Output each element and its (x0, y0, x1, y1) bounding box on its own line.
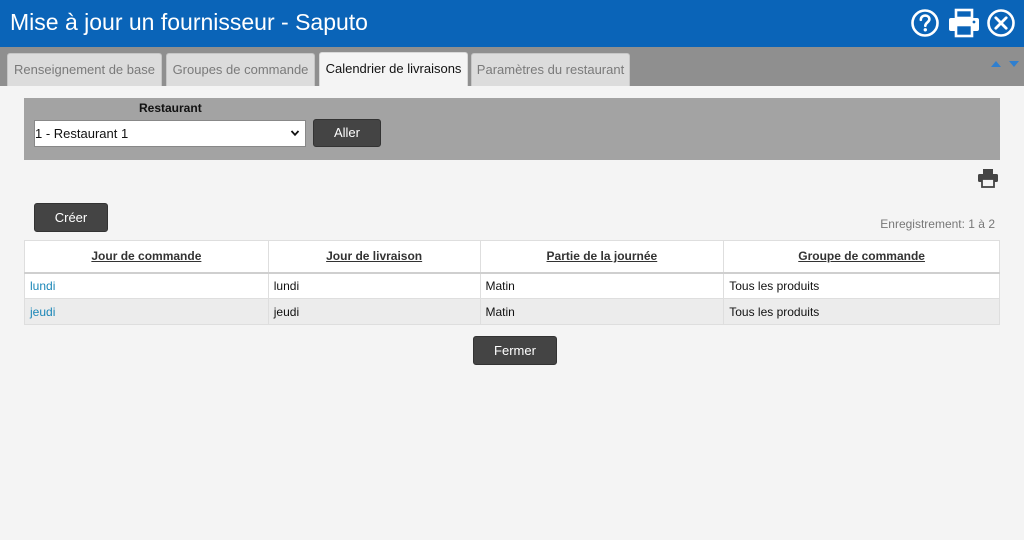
delivery-day-cell: jeudi (267, 298, 481, 325)
restaurant-filter-panel: Restaurant 1 - Restaurant 1 (24, 98, 1000, 160)
go-button[interactable]: Aller (313, 119, 381, 147)
print-icon[interactable] (947, 8, 981, 38)
tab-groupes-de-commande[interactable]: Groupes de commande (166, 53, 315, 86)
scroll-up-icon[interactable] (990, 59, 1002, 69)
scroll-down-icon[interactable] (1008, 59, 1020, 69)
table-row: lundi lundi Matin Tous les produits (24, 272, 1000, 299)
day-part-cell: Matin (479, 272, 725, 299)
help-icon[interactable] (910, 8, 940, 38)
column-header-jour-de-commande[interactable]: Jour de commande (24, 240, 269, 274)
window-title: Mise à jour un fournisseur - Saputo (10, 9, 368, 35)
tab-renseignement-de-base[interactable]: Renseignement de base (7, 53, 162, 86)
chevron-down-icon (290, 130, 300, 137)
title-bar: Mise à jour un fournisseur - Saputo (0, 0, 1024, 47)
close-icon[interactable] (986, 8, 1016, 38)
tab-calendrier-de-livraisons[interactable]: Calendrier de livraisons (319, 52, 468, 86)
close-button[interactable]: Fermer (473, 336, 557, 365)
order-group-cell: Tous les produits (723, 272, 1000, 299)
column-header-jour-de-livraison[interactable]: Jour de livraison (267, 240, 481, 274)
restaurant-select[interactable]: 1 - Restaurant 1 (34, 120, 306, 147)
tab-bar: Renseignement de base Groupes de command… (0, 47, 1024, 86)
restaurant-label: Restaurant (139, 101, 202, 115)
create-button[interactable]: Créer (34, 203, 108, 232)
order-group-cell: Tous les produits (723, 298, 1000, 325)
delivery-day-cell: lundi (267, 272, 481, 299)
column-header-groupe-de-commande[interactable]: Groupe de commande (723, 240, 1000, 274)
delivery-schedule-table: Jour de commande Jour de livraison Parti… (24, 240, 1000, 325)
order-day-link[interactable]: jeudi (24, 298, 269, 325)
restaurant-select-value: 1 - Restaurant 1 (35, 126, 129, 141)
record-count: Enregistrement: 1 à 2 (880, 217, 995, 231)
day-part-cell: Matin (479, 298, 725, 325)
order-day-link[interactable]: lundi (24, 272, 269, 299)
table-row: jeudi jeudi Matin Tous les produits (24, 298, 1000, 325)
print-list-icon[interactable] (977, 168, 999, 188)
column-header-partie-de-la-journee[interactable]: Partie de la journée (479, 240, 725, 274)
tab-parametres-du-restaurant[interactable]: Paramètres du restaurant (471, 53, 630, 86)
